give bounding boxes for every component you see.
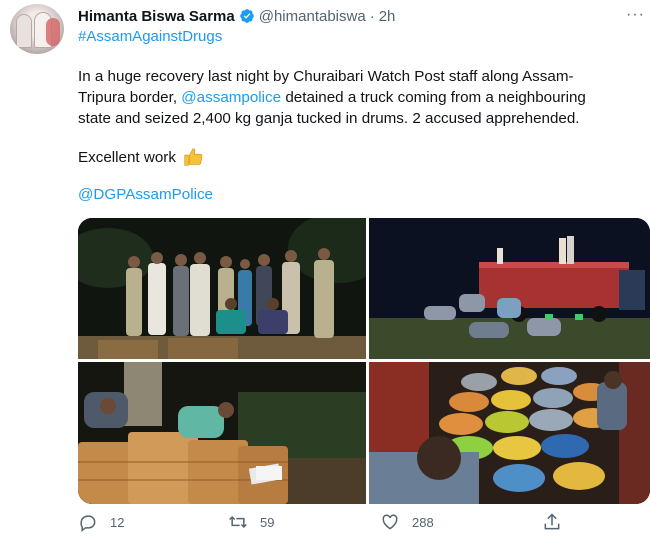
photo-packages[interactable] (78, 362, 366, 504)
photo-drums[interactable] (369, 362, 650, 504)
like-icon (382, 514, 398, 530)
retweet-button[interactable]: 59 (228, 512, 274, 532)
more-icon[interactable]: ··· (626, 6, 646, 23)
mention-link[interactable]: @DGPAssamPolice (78, 186, 213, 203)
photo-police-group[interactable] (78, 218, 366, 359)
avatar-figure (46, 18, 60, 46)
author-name[interactable]: Himanta Biswa Sarma (78, 8, 235, 25)
verified-icon (239, 9, 254, 23)
tweet-actions: 12 59 288 (78, 512, 650, 536)
author-handle[interactable]: @himantabiswa (259, 8, 366, 25)
reply-icon (80, 515, 96, 532)
separator-dot: · (369, 7, 375, 25)
retweet-count: 59 (260, 514, 275, 530)
mention-link[interactable]: @assampolice (181, 89, 281, 106)
reply-count: 12 (110, 514, 125, 530)
media-grid (78, 218, 650, 504)
excellent-text: Excellent work (78, 148, 176, 166)
tweet-header: Himanta Biswa Sarma @himantabiswa · 2h (78, 6, 395, 26)
share-button[interactable] (542, 512, 562, 532)
like-button[interactable]: 288 (380, 512, 434, 532)
share-icon (544, 513, 560, 530)
photo-truck[interactable] (369, 218, 650, 359)
avatar[interactable] (10, 4, 64, 54)
retweet-icon (229, 515, 247, 529)
tweet-line: Excellent work (78, 146, 204, 168)
avatar-figure (16, 14, 32, 48)
tweet-body: In a huge recovery last night by Churaib… (78, 66, 650, 129)
like-count: 288 (412, 514, 434, 530)
hashtag-link[interactable]: #AssamAgainstDrugs (78, 28, 222, 45)
reply-button[interactable]: 12 (78, 512, 124, 532)
thumbs-up-icon (184, 148, 203, 166)
timestamp[interactable]: 2h (379, 8, 396, 25)
